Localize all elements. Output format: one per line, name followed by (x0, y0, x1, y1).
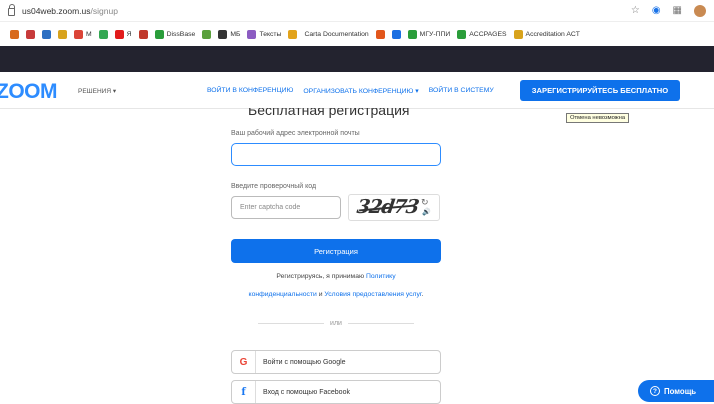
terms-prefix: Регистрируясь, я принимаю (276, 273, 365, 280)
bookmark-favicon-icon (114, 29, 124, 39)
extension-icon-2[interactable]: ▦ (673, 5, 682, 16)
bookmark-item[interactable] (98, 29, 108, 39)
bookmark-favicon-icon (98, 29, 108, 39)
terms-of-service-link[interactable]: Условия предоставления услуг (324, 291, 421, 298)
bookmark-favicon-icon (58, 29, 67, 39)
terms-line-1: Регистрируясь, я принимаю Политику (231, 273, 441, 280)
nav-sign-in[interactable]: ВОЙТИ В СИСТЕМУ (429, 87, 494, 95)
bookmark-item[interactable]: МГУ-ППИ (407, 29, 451, 39)
bookmark-item[interactable] (10, 29, 19, 39)
bookmark-favicon-icon (391, 29, 401, 39)
bookmark-item[interactable] (26, 29, 35, 39)
bookmark-favicon-icon (457, 29, 467, 39)
nav-join-meeting[interactable]: ВОЙТИ В КОНФЕРЕНЦИЮ (207, 87, 293, 95)
google-icon: G (232, 351, 256, 373)
privacy-link-part1[interactable]: Политику (366, 273, 396, 280)
bookmark-item[interactable]: ACCPAGES (457, 29, 507, 39)
email-field[interactable] (231, 143, 441, 166)
address-bar[interactable]: us04web.zoom.us/signup ☆ ◉ ▦ (0, 0, 714, 22)
zoom-logo[interactable]: ZOOM (0, 80, 58, 104)
bookmarks-bar: M Я DissBase МБ Тексты Carta Documentation МГУ… (0, 22, 714, 46)
lock-icon (8, 3, 15, 16)
captcha-label: Введите проверочный код (231, 183, 317, 190)
bookmark-item[interactable]: Я (114, 29, 132, 39)
bookmark-label: Тексты (259, 30, 282, 38)
bookmark-label: Carta Documentation (304, 30, 369, 38)
bookmark-favicon-icon (154, 29, 164, 39)
bookmark-favicon-icon (218, 29, 228, 39)
bookmark-favicon-icon (513, 29, 523, 39)
bookmark-label: Accreditation ACT (525, 30, 580, 38)
bookmark-favicon-icon (375, 29, 385, 39)
bookmark-label: DissBase (166, 30, 196, 38)
bookmark-item[interactable]: Carta Documentation (304, 31, 368, 38)
url-host: us04web.zoom.us (22, 5, 91, 16)
extension-icon[interactable]: ◉ (652, 5, 661, 16)
privacy-link-part2[interactable]: конфиденциальности (249, 291, 317, 298)
bookmark-item[interactable]: DissBase (154, 29, 196, 39)
nav-host-meeting[interactable]: ОРГАНИЗОВАТЬ КОНФЕРЕНЦИЮ ▾ (303, 87, 418, 95)
bookmark-favicon-icon (10, 29, 19, 39)
terms-and: и (318, 291, 323, 298)
bookmark-label: Я (126, 30, 132, 38)
or-text: или (330, 319, 342, 327)
profile-avatar[interactable] (694, 4, 706, 17)
refresh-icon[interactable]: ↻ (421, 197, 429, 208)
zoom-top-banner (0, 46, 714, 72)
bookmark-favicon-icon (26, 29, 35, 39)
register-button[interactable]: Регистрация (231, 239, 441, 263)
bookmark-item[interactable]: МБ (218, 29, 241, 39)
bookmark-item[interactable] (288, 29, 298, 39)
help-icon: ? (650, 386, 660, 396)
site-header: ZOOM РЕШЕНИЯ ▾ ВОЙТИ В КОНФЕРЕНЦИЮ ОРГАН… (0, 72, 714, 109)
or-divider: или (258, 317, 414, 329)
bookmark-label: M (86, 30, 92, 38)
google-signin-label: Войти с помощью Google (263, 358, 346, 366)
bookmark-label: МГУ-ППИ (419, 30, 451, 38)
bookmark-favicon-icon (247, 29, 257, 39)
bookmark-item[interactable] (391, 29, 401, 39)
bookmark-favicon-icon (407, 29, 417, 39)
bookmark-favicon-icon (138, 29, 148, 39)
tooltip: Отмена невозможна (566, 113, 630, 123)
help-label: Помощь (664, 386, 697, 396)
url-path: /signup (90, 5, 118, 16)
bookmark-favicon-icon (42, 29, 51, 39)
google-signin-button[interactable]: G Войти с помощью Google (231, 350, 441, 374)
audio-icon[interactable]: 🔊 (422, 208, 431, 216)
divider-line (258, 322, 325, 324)
nav-solutions-menu[interactable]: РЕШЕНИЯ ▾ (78, 87, 116, 95)
terms-dot: . (421, 291, 424, 298)
bookmark-item[interactable]: Accreditation ACT (513, 29, 580, 39)
bookmark-item[interactable] (42, 29, 51, 39)
facebook-signin-label: Вход с помощью Facebook (263, 388, 350, 396)
email-label: Ваш рабочий адрес электронной почты (231, 130, 360, 137)
bookmark-item[interactable] (138, 29, 148, 39)
captcha-image: 32d73 ↻ 🔊 (348, 194, 440, 221)
facebook-signin-button[interactable]: f Вход с помощью Facebook (231, 380, 441, 404)
help-button[interactable]: ? Помощь (638, 380, 714, 402)
bookmark-item[interactable]: Тексты (247, 29, 282, 39)
url-text[interactable]: us04web.zoom.us/signup (22, 6, 118, 16)
bookmark-favicon-icon (202, 29, 212, 39)
bookmark-label: МБ (230, 30, 241, 38)
bookmark-item[interactable] (375, 29, 385, 39)
bookmark-favicon-icon (288, 29, 298, 39)
star-icon[interactable]: ☆ (631, 5, 640, 16)
bookmark-item[interactable] (58, 29, 67, 39)
divider-line (347, 322, 414, 324)
bookmark-label: ACCPAGES (469, 30, 507, 38)
bookmark-favicon-icon (74, 29, 83, 39)
terms-line-2: конфиденциальности и Условия предоставле… (221, 291, 451, 298)
signup-free-button[interactable]: ЗАРЕГИСТРИРУЙТЕСЬ БЕСПЛАТНО (520, 80, 680, 101)
bookmark-item[interactable] (202, 29, 212, 39)
bookmark-item[interactable]: M (74, 29, 92, 39)
captcha-input[interactable]: Enter captcha code (231, 196, 341, 219)
